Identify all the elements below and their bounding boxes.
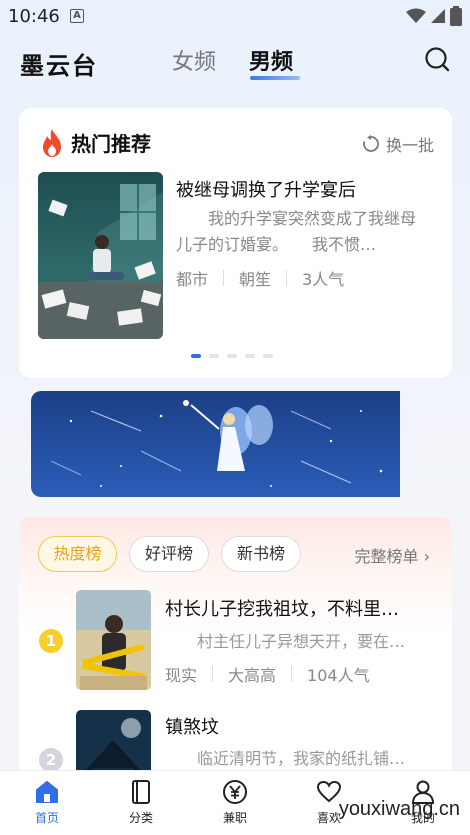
carousel-dot[interactable] [227, 354, 237, 358]
hot-recommend-card: 热门推荐 换一批 被继母调换了升学宴后 我的升学宴突然变成了我继母儿子的订婚宴。… [19, 108, 452, 378]
meta-divider [212, 666, 214, 682]
rank-book-desc: 村主任儿子异想天开，要在… [197, 632, 406, 651]
book-cover[interactable] [76, 590, 151, 690]
refresh-label: 换一批 [385, 136, 434, 155]
signal-icon [431, 9, 445, 23]
home-icon [36, 781, 58, 803]
nav-label: 首页 [34, 811, 59, 825]
carousel-dots [191, 354, 273, 358]
chip-good-rank[interactable]: 好评榜 [129, 536, 209, 572]
nav-parttime[interactable]: 兼职 [205, 779, 265, 826]
carousel-dot[interactable] [245, 354, 255, 358]
rank-book-desc: 临近清明节，我家的纸扎铺… [197, 749, 406, 768]
yen-icon [223, 780, 247, 804]
nav-label: 分类 [128, 811, 153, 825]
battery-icon [450, 6, 462, 26]
chip-hot-rank[interactable]: 热度榜 [38, 536, 117, 572]
book-title[interactable]: 被继母调换了升学宴后 [176, 176, 356, 202]
tab-female[interactable]: 女频 [172, 44, 216, 76]
status-time: 10:46 [8, 6, 60, 27]
meta-divider [223, 270, 225, 286]
tab-indicator [250, 76, 300, 80]
refresh-button[interactable]: 换一批 [362, 132, 434, 156]
notification-icon: A [70, 9, 84, 23]
rank-badge: 1 [39, 629, 63, 653]
book-cover[interactable] [38, 172, 163, 339]
book-icon [132, 780, 150, 804]
promo-banner[interactable] [31, 391, 400, 497]
nav-category[interactable]: 分类 [111, 779, 171, 826]
carousel-dot[interactable] [191, 354, 201, 358]
carousel-dot[interactable] [263, 354, 273, 358]
wifi-icon [406, 8, 426, 23]
status-bar: 10:46 A [0, 0, 470, 34]
full-list-link[interactable]: 完整榜单 › [354, 543, 430, 567]
tab-male[interactable]: 男频 [249, 44, 293, 76]
chip-new-rank[interactable]: 新书榜 [221, 536, 301, 572]
book-description: 我的升学宴突然变成了我继母儿子的订婚宴。 我不惯… [176, 209, 417, 254]
rank-book-author: 大高高 [228, 666, 277, 685]
status-icons [406, 6, 462, 26]
refresh-icon [363, 135, 379, 152]
nav-label: 兼职 [222, 811, 247, 825]
book-meta: 都市 朝笙 3人气 [176, 266, 344, 290]
ranking-card: 热度榜 好评榜 新书榜 完整榜单 › 1 村长儿子挖我祖坟，不料里… 村主任儿子… [19, 517, 452, 810]
rank-book-title[interactable]: 镇煞坟 [165, 713, 219, 739]
app-logo: 墨云台 [20, 52, 98, 80]
fire-icon [43, 129, 61, 157]
nav-home[interactable]: 首页 [17, 779, 77, 826]
rank-book-meta: 现实 大高高 104人气 [165, 662, 370, 686]
watermark: youxiwang.cn [338, 798, 460, 820]
rank-book-title[interactable]: 村长儿子挖我祖坟，不料里… [165, 595, 399, 621]
meta-divider [291, 666, 293, 682]
hot-title: 热门推荐 [71, 132, 151, 156]
rank-badge: 2 [39, 748, 63, 772]
book-popularity: 3人气 [302, 270, 345, 289]
rank-book-genre: 现实 [165, 666, 198, 685]
full-list-label: 完整榜单 [354, 547, 419, 566]
carousel-dot[interactable] [209, 354, 219, 358]
book-genre: 都市 [176, 270, 209, 289]
search-icon[interactable] [424, 46, 450, 72]
book-author: 朝笙 [239, 270, 272, 289]
chevron-right-icon: › [423, 547, 430, 566]
top-nav: 墨云台 女频 男频 [0, 36, 470, 86]
rank-book-popularity: 104人气 [307, 666, 370, 685]
meta-divider [286, 270, 288, 286]
